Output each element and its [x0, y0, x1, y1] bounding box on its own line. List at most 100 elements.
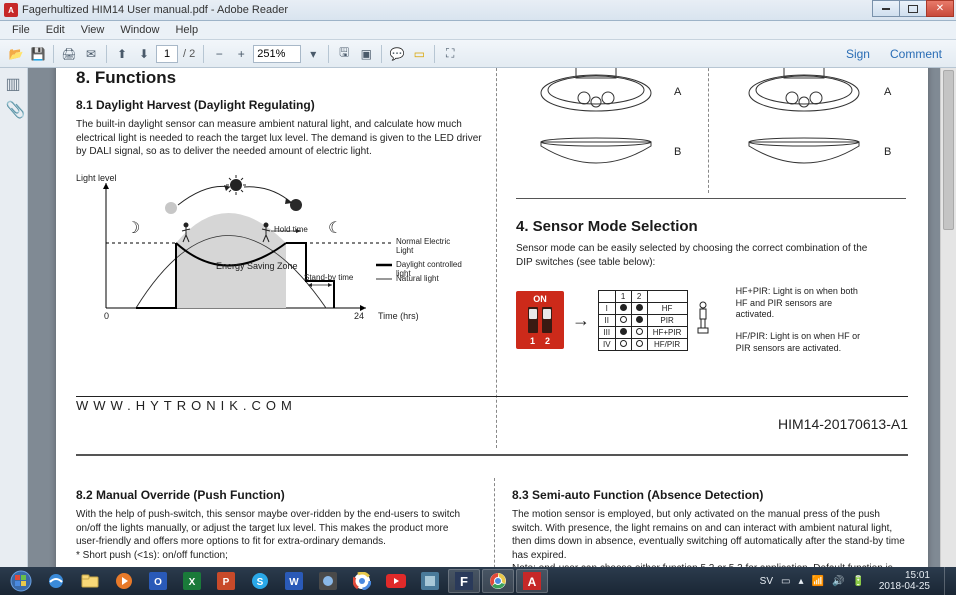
minimize-button[interactable] [872, 0, 900, 17]
sensor-side-b-left [526, 130, 666, 176]
pdf-icon: A [4, 3, 18, 17]
dip-switch-diagram: ON 12 → 12 IHF IIPIR IIIHF+PIR IVHF/PIR [516, 286, 866, 354]
svg-text:A: A [528, 575, 537, 589]
task-adobe-reader[interactable]: A [516, 569, 548, 593]
section-4-title: 4. Sensor Mode Selection [516, 218, 698, 235]
task-powerpoint[interactable]: P [210, 569, 242, 593]
graph-zone: Energy Saving Zone [216, 261, 298, 271]
task-f-app[interactable]: F [448, 569, 480, 593]
graph-hold: Hold time [274, 225, 308, 234]
page-down-icon[interactable]: ⬇ [134, 44, 154, 64]
menu-edit[interactable]: Edit [38, 22, 73, 38]
comment-bubble-icon[interactable]: 💬 [387, 44, 407, 64]
sensor-top-a-right [734, 68, 874, 118]
menu-window[interactable]: Window [112, 22, 167, 38]
taskbar: O X P S W F A SV ▭ ▴ 📶 🔊 🔋 15:01 2018-04… [0, 567, 956, 595]
tray-clock[interactable]: 15:01 2018-04-25 [873, 570, 936, 592]
label-b-1: B [674, 146, 681, 158]
zoom-input[interactable] [253, 45, 301, 63]
section-8-3-title: 8.3 Semi-auto Function (Absence Detectio… [512, 488, 908, 502]
svg-text:X: X [189, 577, 196, 588]
titlebar: A Fagerhultized HIM14 User manual.pdf - … [0, 0, 956, 21]
person-icon [696, 300, 710, 340]
legend-hf-plus-pir: HF+PIR: Light is on when both HF and PIR… [736, 286, 866, 321]
page-total: / 2 [180, 48, 198, 60]
thumbnails-icon[interactable]: ▥ [6, 74, 22, 90]
section-8-1-title: 8.1 Daylight Harvest (Daylight Regulatin… [76, 98, 486, 112]
menu-view[interactable]: View [73, 22, 113, 38]
section-8-2-body: With the help of push-switch, this senso… [76, 508, 472, 549]
graph-x24: 24 [354, 311, 364, 321]
graph-xlabel: Time (hrs) [378, 311, 419, 321]
open-icon[interactable]: 📂 [6, 44, 26, 64]
dip-table: 12 IHF IIPIR IIIHF+PIR IVHF/PIR [598, 290, 688, 351]
section-8-2-title: 8.2 Manual Override (Push Function) [76, 488, 472, 502]
svg-text:F: F [460, 574, 468, 589]
toolbar: 📂 💾 🖨 ✉ ⬆ ⬇ / 2 − + ▾ 🖫 ▣ 💬 ▭ ⛶ Sign Com… [0, 40, 956, 68]
page-input[interactable] [156, 45, 178, 63]
website-url: WWW.HYTRONIK.COM [76, 398, 297, 413]
svg-text:S: S [257, 577, 264, 588]
task-explorer[interactable] [74, 569, 106, 593]
task-youtube[interactable] [380, 569, 412, 593]
legend-normal: Normal Electric Light [396, 237, 466, 255]
system-tray: SV ▭ ▴ 📶 🔊 🔋 15:01 2018-04-25 [756, 567, 956, 595]
menu-file[interactable]: File [4, 22, 38, 38]
tray-show-hidden-icon[interactable]: ▴ [798, 576, 803, 587]
tray-flag-icon[interactable]: ▭ [781, 576, 790, 587]
save-icon[interactable]: 💾 [28, 44, 48, 64]
svg-text:☾: ☾ [328, 220, 342, 237]
zoom-in-icon[interactable]: + [231, 44, 251, 64]
scrollbar-thumb[interactable] [943, 70, 954, 230]
menubar: File Edit View Window Help [0, 21, 956, 40]
svg-text:P: P [223, 577, 230, 588]
show-desktop-button[interactable] [944, 567, 952, 595]
attachment-icon[interactable]: 📎 [6, 100, 22, 116]
close-button[interactable]: ✕ [926, 0, 954, 17]
tray-volume-icon[interactable]: 🔊 [832, 576, 844, 587]
tray-network-icon[interactable]: 📶 [811, 576, 823, 587]
section-8-title: 8. Functions [76, 68, 486, 88]
task-ie[interactable] [40, 569, 72, 593]
legend-hf-or-pir: HF/PIR: Light is on when HF or PIR senso… [736, 331, 866, 354]
maximize-button[interactable] [899, 0, 927, 17]
print-icon[interactable]: 🖨 [59, 44, 79, 64]
task-word[interactable]: W [278, 569, 310, 593]
task-media[interactable] [108, 569, 140, 593]
task-app1[interactable] [312, 569, 344, 593]
zoom-out-icon[interactable]: − [209, 44, 229, 64]
sensor-divider [708, 68, 709, 193]
column-divider [496, 68, 497, 448]
task-excel[interactable]: X [176, 569, 208, 593]
start-button[interactable] [4, 568, 38, 594]
highlight-icon[interactable]: ▭ [409, 44, 429, 64]
tray-battery-icon[interactable]: 🔋 [852, 576, 864, 587]
vertical-scrollbar[interactable] [940, 68, 956, 567]
tool-save-icon[interactable]: 🖫 [334, 44, 354, 64]
label-b-2: B [884, 146, 891, 158]
tray-lang[interactable]: SV [760, 576, 773, 587]
page-up-icon[interactable]: ⬆ [112, 44, 132, 64]
graph-x0: 0 [104, 311, 109, 321]
comment-button[interactable]: Comment [882, 43, 950, 65]
email-icon[interactable]: ✉ [81, 44, 101, 64]
window-controls: ✕ [873, 0, 954, 17]
task-app2[interactable] [414, 569, 446, 593]
label-a-2: A [884, 86, 891, 98]
task-outlook[interactable]: O [142, 569, 174, 593]
read-mode-icon[interactable]: ⛶ [440, 44, 460, 64]
menu-help[interactable]: Help [167, 22, 206, 38]
task-chrome2[interactable] [346, 569, 378, 593]
graph-standby: Stand-by time [304, 273, 353, 282]
tool-snapshot-icon[interactable]: ▣ [356, 44, 376, 64]
pdf-page: 8. Functions 8.1 Daylight Harvest (Dayli… [56, 68, 928, 567]
document-area[interactable]: 8. Functions 8.1 Daylight Harvest (Dayli… [28, 68, 956, 567]
zoom-dropdown-icon[interactable]: ▾ [303, 44, 323, 64]
daylight-graph: ☽ ☾ Light level [76, 173, 466, 333]
section-8-1-body: The built-in daylight sensor can measure… [76, 118, 486, 159]
sign-button[interactable]: Sign [838, 43, 878, 65]
section-8-2-bullet: * Short push (<1s): on/off function; [76, 549, 472, 563]
task-skype[interactable]: S [244, 569, 276, 593]
svg-text:☽: ☽ [126, 220, 140, 237]
task-chrome[interactable] [482, 569, 514, 593]
